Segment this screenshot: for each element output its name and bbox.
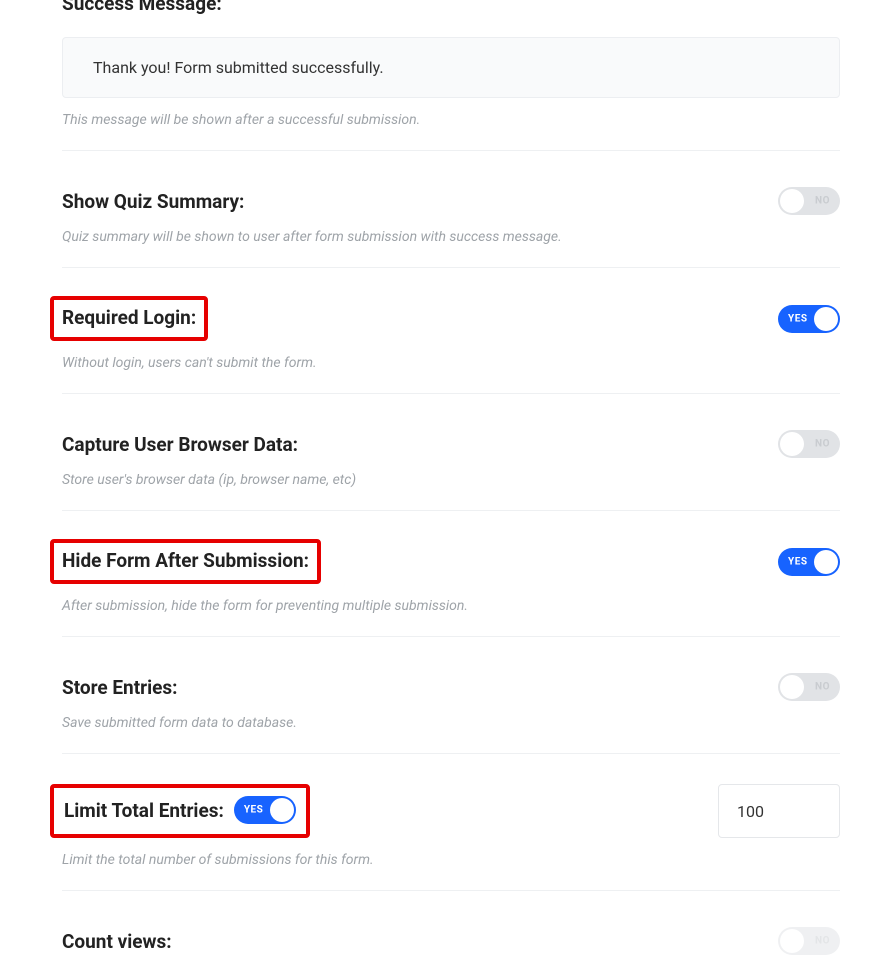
required-login-desc: Without login, users can't submit the fo…	[62, 355, 840, 371]
limit-entries-toggle[interactable]: YES	[234, 796, 296, 824]
toggle-off-label: NO	[815, 196, 830, 207]
success-message-heading: Success Message:	[62, 0, 840, 15]
hide-form-desc: After submission, hide the form for prev…	[62, 598, 840, 614]
required-login-toggle[interactable]: YES	[778, 305, 840, 333]
toggle-off-label: NO	[815, 936, 830, 947]
toggle-on-label: YES	[788, 556, 807, 567]
limit-entries-desc: Limit the total number of submissions fo…	[62, 852, 840, 868]
store-entries-label: Store Entries:	[62, 676, 178, 699]
limit-entries-input[interactable]: 100	[718, 784, 840, 838]
success-message-hint: This message will be shown after a succe…	[62, 112, 840, 128]
capture-browser-toggle[interactable]: NO	[778, 430, 840, 458]
setting-store-entries: Store Entries: NO Save submitted form da…	[62, 637, 840, 754]
show-quiz-summary-label: Show Quiz Summary:	[62, 190, 244, 213]
count-views-label: Count views:	[62, 930, 172, 953]
count-views-toggle[interactable]: NO	[778, 927, 840, 955]
setting-hide-form: Hide Form After Submission: YES After su…	[62, 511, 840, 637]
hide-form-label: Hide Form After Submission:	[62, 549, 309, 572]
toggle-off-label: NO	[815, 682, 830, 693]
setting-count-views: Count views: NO	[62, 891, 840, 955]
setting-required-login: Required Login: YES Without login, users…	[62, 268, 840, 394]
capture-browser-desc: Store user's browser data (ip, browser n…	[62, 472, 840, 488]
limit-entries-highlight: Limit Total Entries: YES	[50, 784, 310, 838]
toggle-on-label: YES	[244, 805, 263, 816]
show-quiz-summary-desc: Quiz summary will be shown to user after…	[62, 229, 840, 245]
limit-entries-label: Limit Total Entries:	[64, 799, 224, 822]
setting-capture-browser: Capture User Browser Data: NO Store user…	[62, 394, 840, 511]
hide-form-toggle[interactable]: YES	[778, 548, 840, 576]
toggle-on-label: YES	[788, 313, 807, 324]
store-entries-desc: Save submitted form data to database.	[62, 715, 840, 731]
store-entries-toggle[interactable]: NO	[778, 673, 840, 701]
required-login-label: Required Login:	[62, 306, 196, 329]
setting-show-quiz-summary: Show Quiz Summary: NO Quiz summary will …	[62, 151, 840, 268]
success-message-input[interactable]: Thank you! Form submitted successfully.	[62, 37, 840, 98]
required-login-highlight: Required Login:	[50, 296, 208, 341]
setting-limit-entries: Limit Total Entries: YES 100	[62, 754, 840, 838]
toggle-off-label: NO	[815, 439, 830, 450]
capture-browser-label: Capture User Browser Data:	[62, 433, 298, 456]
hide-form-highlight: Hide Form After Submission:	[50, 539, 321, 584]
show-quiz-summary-toggle[interactable]: NO	[778, 187, 840, 215]
